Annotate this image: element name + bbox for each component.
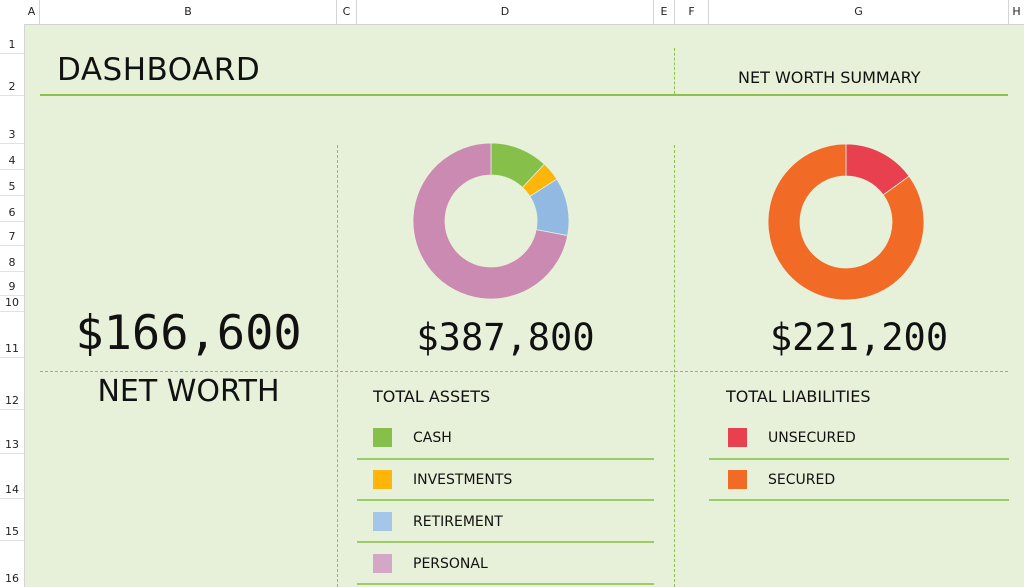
column-header-bar: A B C D E F G H [0,0,1024,25]
row-header-10[interactable]: 10 [0,296,24,312]
row-header-bar: 1 2 3 4 5 6 7 8 9 10 11 12 13 14 15 16 [0,24,25,587]
row-header-9[interactable]: 9 [0,272,24,296]
legend-item-unsecured: UNSECURED [728,428,856,447]
secured-swatch [728,470,747,489]
unsecured-swatch [728,428,747,447]
legend-item-investments: INVESTMENTS [373,470,512,489]
column-header-a[interactable]: A [24,0,40,24]
personal-swatch [373,554,392,573]
row-header-6[interactable]: 6 [0,196,24,222]
section-divider-horizontal [40,371,1008,372]
net-worth-value: $166,600 [75,306,302,361]
column-header-g[interactable]: G [709,0,1009,24]
net-worth-summary-label: NET WORTH SUMMARY [738,68,921,87]
row-header-14[interactable]: 14 [0,454,24,499]
assets-donut-chart [413,143,569,299]
column-header-h[interactable]: H [1009,0,1024,24]
legend-divider [709,499,1009,501]
legend-item-retirement: RETIREMENT [373,512,503,531]
row-header-4[interactable]: 4 [0,144,24,170]
total-assets-value: $387,800 [416,316,595,359]
column-header-f[interactable]: F [675,0,709,24]
legend-label-unsecured: UNSECURED [768,429,856,446]
row-header-11[interactable]: 11 [0,312,24,358]
total-assets-label: TOTAL ASSETS [373,387,491,406]
legend-divider [357,541,654,543]
legend-label-cash: CASH [413,429,452,446]
title-underline [40,94,1008,96]
net-worth-label: NET WORTH [97,374,280,409]
legend-label-secured: SECURED [768,471,836,488]
cash-swatch [373,428,392,447]
legend-divider [357,583,654,585]
dashboard-title: DASHBOARD [57,52,261,88]
legend-label-investments: INVESTMENTS [413,471,513,488]
row-header-12[interactable]: 12 [0,358,24,410]
row-header-5[interactable]: 5 [0,170,24,196]
legend-item-secured: SECURED [728,470,835,489]
legend-label-personal: PERSONAL [413,555,488,572]
liabilities-donut-chart [768,144,924,300]
retirement-swatch [373,512,392,531]
row-header-8[interactable]: 8 [0,246,24,272]
row-header-2[interactable]: 2 [0,54,24,96]
row-header-16[interactable]: 16 [0,541,24,587]
legend-item-cash: CASH [373,428,452,447]
legend-divider [709,458,1009,460]
legend-item-personal: PERSONAL [373,554,488,573]
column-header-c[interactable]: C [337,0,357,24]
column-header-e[interactable]: E [654,0,675,24]
row-header-15[interactable]: 15 [0,499,24,541]
section-divider-right [674,145,675,587]
legend-divider [357,499,654,501]
total-liabilities-value: $221,200 [769,316,949,359]
column-header-b[interactable]: B [40,0,337,24]
row-header-13[interactable]: 13 [0,410,24,454]
row-header-7[interactable]: 7 [0,222,24,246]
section-divider-left [337,145,338,587]
total-liabilities-label: TOTAL LIABILITIES [726,387,871,406]
legend-divider [357,458,654,460]
investments-swatch [373,470,392,489]
legend-label-retirement: RETIREMENT [413,513,503,530]
column-header-d[interactable]: D [357,0,654,24]
row-header-1[interactable]: 1 [0,24,24,54]
row-header-3[interactable]: 3 [0,96,24,144]
title-divider [674,48,675,94]
